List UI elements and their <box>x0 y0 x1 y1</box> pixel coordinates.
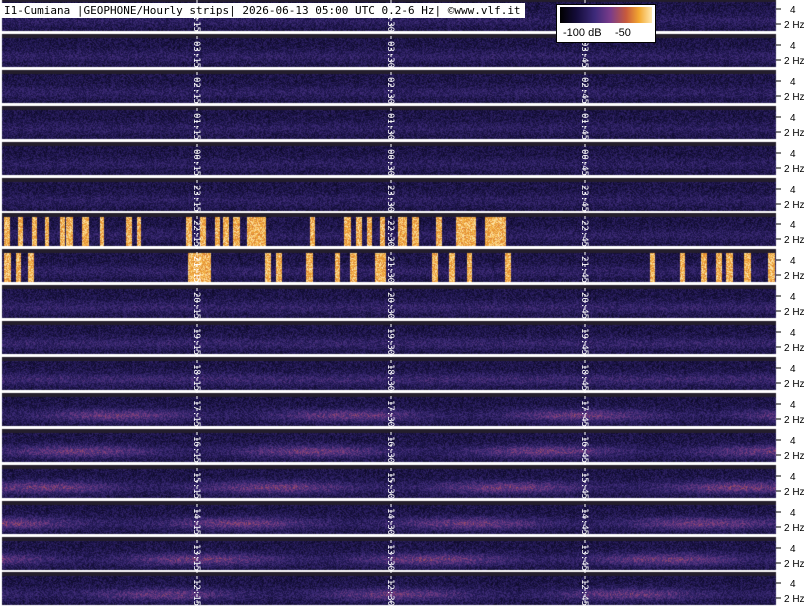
colorbar-min-label: -100 dB <box>563 27 602 39</box>
time-label: 12:45 <box>579 579 589 606</box>
frequency-tick-label: 4 <box>790 77 796 88</box>
frequency-tick-label: 2 Hz <box>784 415 805 426</box>
frequency-tick-label: 2 Hz <box>784 307 805 318</box>
frequency-tick-label: 2 Hz <box>784 92 805 103</box>
colorbar-legend: -100 dB -50 <box>556 4 656 43</box>
time-label: 16:45 <box>579 436 589 463</box>
frequency-tick-label: 2 Hz <box>784 487 805 498</box>
time-label: 00:30 <box>385 149 395 176</box>
time-label: 20:30 <box>385 292 395 319</box>
time-label: 21:30 <box>385 256 395 283</box>
spectrogram-overlay: 04:15 04:30 42 Hz03:15 03:30 03:45 42 Hz02:15… <box>191 0 805 606</box>
time-label: 01:45 <box>579 113 589 140</box>
frequency-tick-label: 4 <box>790 400 796 411</box>
time-label: 03:15 <box>191 41 201 68</box>
frequency-tick-label: 2 Hz <box>784 56 805 67</box>
time-label: 01:30 <box>385 113 395 140</box>
colorbar-max-label: -50 <box>615 27 631 39</box>
frequency-tick-label: 2 Hz <box>784 200 805 211</box>
time-label: 20:15 <box>191 292 201 319</box>
frequency-tick-label: 2 Hz <box>784 523 805 534</box>
frequency-tick-label: 2 Hz <box>784 164 805 175</box>
frequency-tick-label: 2 Hz <box>784 594 805 605</box>
frequency-tick-label: 2 Hz <box>784 559 805 570</box>
time-label: 00:15 <box>191 149 201 176</box>
time-label: 20:45 <box>579 292 589 319</box>
frequency-tick-label: 2 Hz <box>784 343 805 354</box>
frequency-tick-label: 2 Hz <box>784 271 805 282</box>
time-label: 14:15 <box>191 508 201 535</box>
time-label: 21:15 <box>191 256 201 283</box>
time-label: 22:45 <box>579 220 589 247</box>
time-label: 17:30 <box>385 400 395 427</box>
time-label: 12:30 <box>385 579 395 606</box>
time-label: 23:45 <box>579 185 589 212</box>
frequency-tick-label: 4 <box>790 149 796 160</box>
time-label: 19:30 <box>385 328 395 355</box>
time-label: 15:30 <box>385 472 395 499</box>
time-label: 23:15 <box>191 185 201 212</box>
frequency-tick-label: 4 <box>790 185 796 196</box>
time-label: 21:45 <box>579 256 589 283</box>
frequency-tick-label: 2 Hz <box>784 235 805 246</box>
time-label: 03:45 <box>579 41 589 68</box>
frequency-tick-label: 4 <box>790 364 796 375</box>
chart-title: I1-Cumiana |GEOPHONE/Hourly strips| 2026… <box>0 3 525 18</box>
frequency-tick-label: 4 <box>790 292 796 303</box>
time-label: 02:15 <box>191 77 201 104</box>
time-label: 16:15 <box>191 436 201 463</box>
time-label: 19:15 <box>191 328 201 355</box>
time-label: 22:15 <box>191 220 201 247</box>
frequency-tick-label: 2 Hz <box>784 379 805 390</box>
frequency-tick-label: 4 <box>790 220 796 231</box>
time-label: 02:30 <box>385 77 395 104</box>
frequency-tick-label: 4 <box>790 472 796 483</box>
frequency-tick-label: 4 <box>790 579 796 590</box>
frequency-tick-label: 4 <box>790 113 796 124</box>
frequency-tick-label: 4 <box>790 436 796 447</box>
time-label: 18:30 <box>385 364 395 391</box>
time-label: 19:45 <box>579 328 589 355</box>
time-label: 18:45 <box>579 364 589 391</box>
frequency-tick-label: 2 Hz <box>784 20 805 31</box>
time-label: 13:45 <box>579 544 589 571</box>
frequency-tick-label: 4 <box>790 5 796 16</box>
frequency-tick-label: 2 Hz <box>784 128 805 139</box>
frequency-tick-label: 4 <box>790 41 796 52</box>
colorbar-gradient <box>560 7 652 23</box>
time-label: 18:15 <box>191 364 201 391</box>
time-label: 23:30 <box>385 185 395 212</box>
frequency-tick-label: 4 <box>790 544 796 555</box>
time-label: 00:45 <box>579 149 589 176</box>
frequency-tick-label: 2 Hz <box>784 451 805 462</box>
time-label: 17:45 <box>579 400 589 427</box>
time-label: 12:15 <box>191 579 201 606</box>
frequency-tick-label: 4 <box>790 328 796 339</box>
frequency-tick-label: 4 <box>790 508 796 519</box>
time-label: 13:15 <box>191 544 201 571</box>
time-label: 16:30 <box>385 436 395 463</box>
time-label: 17:15 <box>191 400 201 427</box>
time-label: 13:30 <box>385 544 395 571</box>
time-label: 14:30 <box>385 508 395 535</box>
time-label: 03:30 <box>385 41 395 68</box>
time-label: 14:45 <box>579 508 589 535</box>
frequency-tick-label: 4 <box>790 256 796 267</box>
time-label: 22:30 <box>385 220 395 247</box>
time-label: 15:45 <box>579 472 589 499</box>
time-label: 01:15 <box>191 113 201 140</box>
time-label: 15:15 <box>191 472 201 499</box>
time-label: 02:45 <box>579 77 589 104</box>
